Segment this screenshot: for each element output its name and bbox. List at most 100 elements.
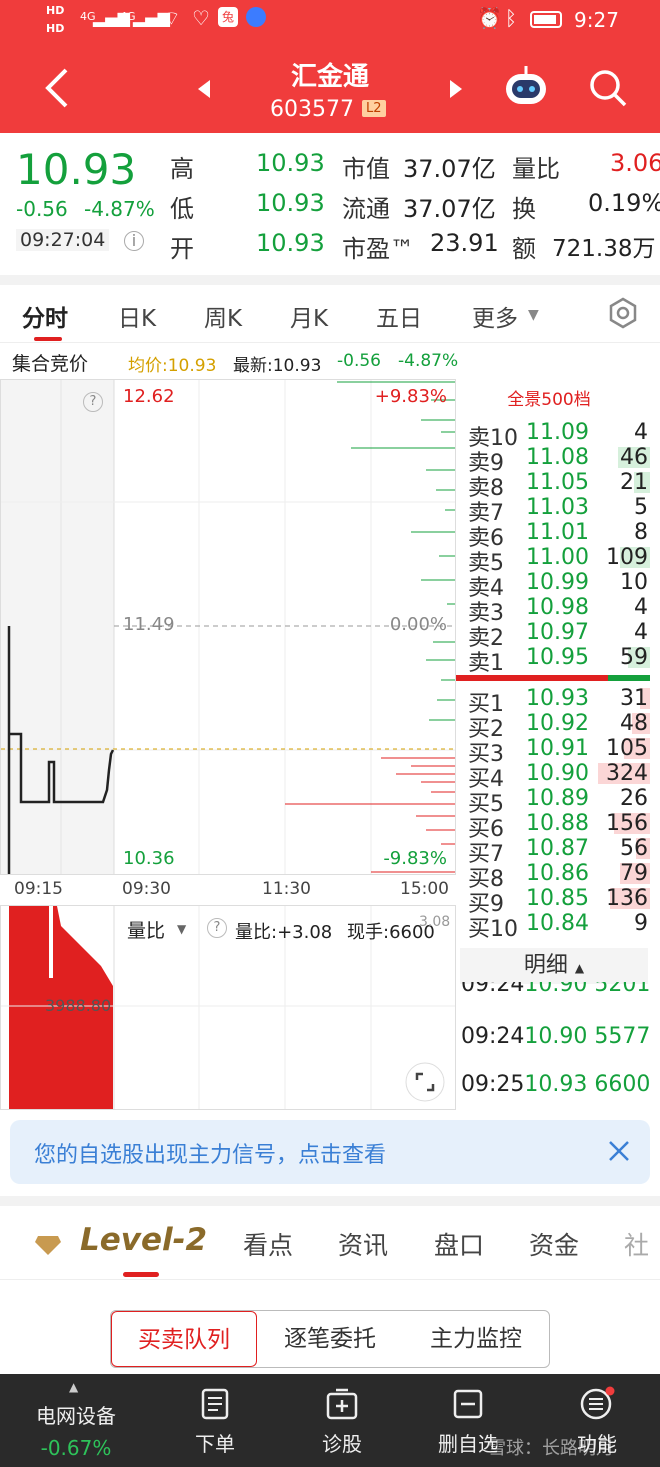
auction-area [1,380,114,874]
settings-hex-icon[interactable] [607,297,639,329]
tab-intraday[interactable]: 分时 [22,299,68,333]
chart-tabs: 分时 日K 周K 月K 五日 更多 ▼ [0,285,660,343]
order-book-row[interactable]: 卖8 11.05 21 [456,470,660,501]
tab-highlights[interactable]: 看点 [243,1226,293,1262]
help-icon[interactable]: ? [207,918,227,938]
trade-row: 09:2410.90 5577 [461,1024,650,1049]
tab-daily-k[interactable]: 日K [118,299,156,333]
back-icon[interactable] [42,66,72,110]
seg-queue[interactable]: 买卖队列 [111,1311,257,1367]
order-book-row[interactable]: 买3 10.91 105 [456,736,660,767]
signal-banner[interactable]: 您的自选股出现主力信号，点击查看 [10,1120,650,1184]
level-price: 10.97 [526,620,589,645]
price-change: -0.56 [16,197,68,221]
axis-prev-close: 11.49 [123,614,175,635]
tab-funds[interactable]: 资金 [529,1226,579,1262]
header: HD HD 4G ▂▄▆ 4G ▂▄▆ ⌔ ♡ 兔 ⏰ ᛒ 9:27 汇金通 6… [0,0,660,133]
bid-ask-ratio-red [456,675,608,681]
order-book-row[interactable]: 买9 10.85 136 [456,886,660,917]
value-amount: 721.38万 [552,236,656,262]
time-label: 09:30 [122,879,171,899]
level-price: 10.92 [526,711,589,736]
order-book-row[interactable]: 卖5 11.00 109 [456,545,660,576]
order-book-row[interactable]: 买5 10.89 26 [456,786,660,817]
level-price: 10.99 [526,570,589,595]
order-button[interactable]: 下单 [180,1428,250,1457]
order-book-row[interactable]: 买8 10.86 79 [456,861,660,892]
level-price: 10.88 [526,811,589,836]
tab-level2[interactable]: Level-2 [80,1222,207,1258]
order-book-row[interactable]: 卖2 10.97 4 [456,620,660,651]
level-price: 11.01 [526,520,589,545]
avg-price: 均价:10.93 [128,356,217,376]
wifi-icon: ⌔ [162,6,181,30]
sector-name[interactable]: 电网设备 [20,1400,132,1429]
order-book-row[interactable]: 卖9 11.08 46 [456,445,660,476]
tab-news[interactable]: 资讯 [338,1226,388,1262]
seg-tick-orders[interactable]: 逐笔委托 [257,1311,403,1367]
trade-price: 10.90 [524,1024,588,1049]
trade-time: 09:24 [461,1024,525,1049]
order-book-row[interactable]: 卖6 11.01 8 [456,520,660,551]
chevron-up-icon: ▲ [69,1380,79,1394]
level-volume: 31 [620,686,648,711]
l2-badge: L2 [362,100,386,117]
level-volume: 5 [634,495,648,520]
level-volume: 79 [620,861,648,886]
label-volratio: 量比 [512,155,560,183]
order-book-row[interactable]: 卖1 10.95 59 [456,645,660,676]
tab-five-day[interactable]: 五日 [376,299,422,333]
tab-more[interactable]: 更多 [472,299,518,333]
label-amount: 额 [512,235,536,263]
search-icon[interactable] [588,68,628,108]
tab-orderbook[interactable]: 盘口 [434,1226,484,1262]
info-icon[interactable]: i [124,231,144,251]
trade-detail: 明细 ▲ 09:2410.90 5201 09:2410.90 5577 09:… [456,948,660,1110]
level-volume: 21 [620,470,648,495]
order-book-row[interactable]: 买4 10.90 324 [456,761,660,792]
tab-weekly-k[interactable]: 周K [204,299,242,333]
next-stock-icon[interactable] [448,78,464,100]
value-volratio: 3.06 [610,149,660,177]
volume-mode-select[interactable]: 量比 [127,916,165,943]
level-volume: 10 [620,570,648,595]
tab-monthly-k[interactable]: 月K [290,299,328,333]
order-book-row[interactable]: 卖4 10.99 10 [456,570,660,601]
order-book-row[interactable]: 卖7 11.03 5 [456,495,660,526]
order-book-row[interactable]: 买7 10.87 56 [456,836,660,867]
close-icon[interactable] [608,1140,630,1162]
menu-icon[interactable] [580,1386,616,1422]
value-turnover: 0.19% [588,189,660,217]
detail-header[interactable]: 明细 ▲ [460,948,648,984]
order-book-row[interactable]: 卖10 11.09 4 [456,420,660,451]
auction-label: 集合竞价 [12,353,89,375]
diamond-icon [35,1236,61,1255]
diagnose-icon[interactable] [325,1388,359,1420]
order-book-row[interactable]: 买1 10.93 31 [456,686,660,717]
remove-watchlist-icon[interactable] [452,1388,484,1420]
prev-stock-icon[interactable] [196,78,212,100]
order-book-row[interactable]: 买2 10.92 48 [456,711,660,742]
book-title[interactable]: 全景500档 [456,385,642,410]
tab-community[interactable]: 社 [624,1226,649,1262]
fullscreen-icon[interactable] [405,1062,445,1102]
order-book-row[interactable]: 卖3 10.98 4 [456,595,660,626]
chevron-down-icon: ▼ [177,922,187,936]
separator [0,275,660,285]
volume-chart[interactable]: 量比 ▼ ? 量比:+3.08 现手:6600 3.08 3988.80 [0,905,456,1110]
axis-low-price: 10.36 [123,848,175,869]
active-tab-indicator [34,337,62,341]
label-turnover: 换 [512,195,536,223]
label-mktcap: 市值 [342,155,390,183]
order-book-row[interactable]: 买10 10.84 9 [456,911,660,942]
order-book-row[interactable]: 买6 10.88 156 [456,811,660,842]
intraday-chart[interactable]: 12.62 11.49 10.36 +9.83% 0.00% -9.83% ? [0,379,456,875]
help-icon[interactable]: ? [83,392,103,412]
separator [0,1196,660,1206]
diagnose-button[interactable]: 诊股 [307,1428,377,1457]
robot-assistant-icon[interactable] [502,64,550,110]
seg-main-monitor[interactable]: 主力监控 [403,1311,549,1367]
time-label: 15:00 [400,879,449,899]
sell-depth-bars [337,381,455,721]
order-icon[interactable] [200,1388,230,1420]
